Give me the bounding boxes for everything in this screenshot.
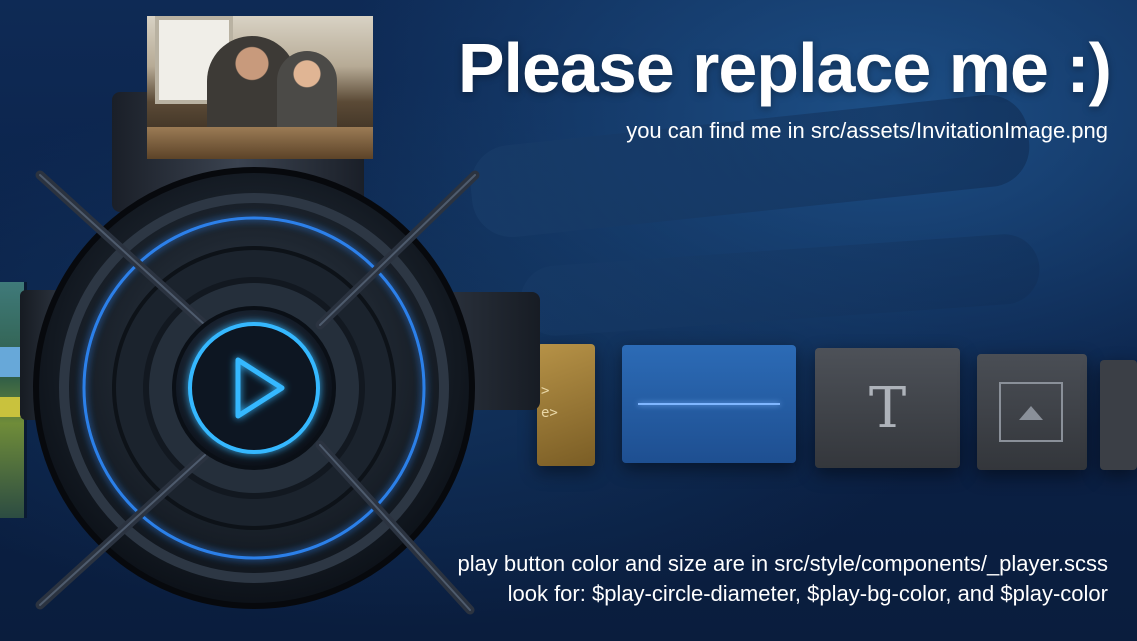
banner-subtitle: you can find me in src/assets/Invitation… — [626, 118, 1108, 143]
background-scene: > e> T Please replace me:) you can find… — [0, 0, 1137, 641]
banner-note-line-1: play button color and size are in src/st… — [457, 551, 1108, 576]
banner-title: Please replace me :) — [457, 29, 1112, 107]
banner-note-line-2: look for: $play-circle-diameter, $play-b… — [507, 581, 1108, 606]
play-button[interactable] — [172, 306, 336, 470]
